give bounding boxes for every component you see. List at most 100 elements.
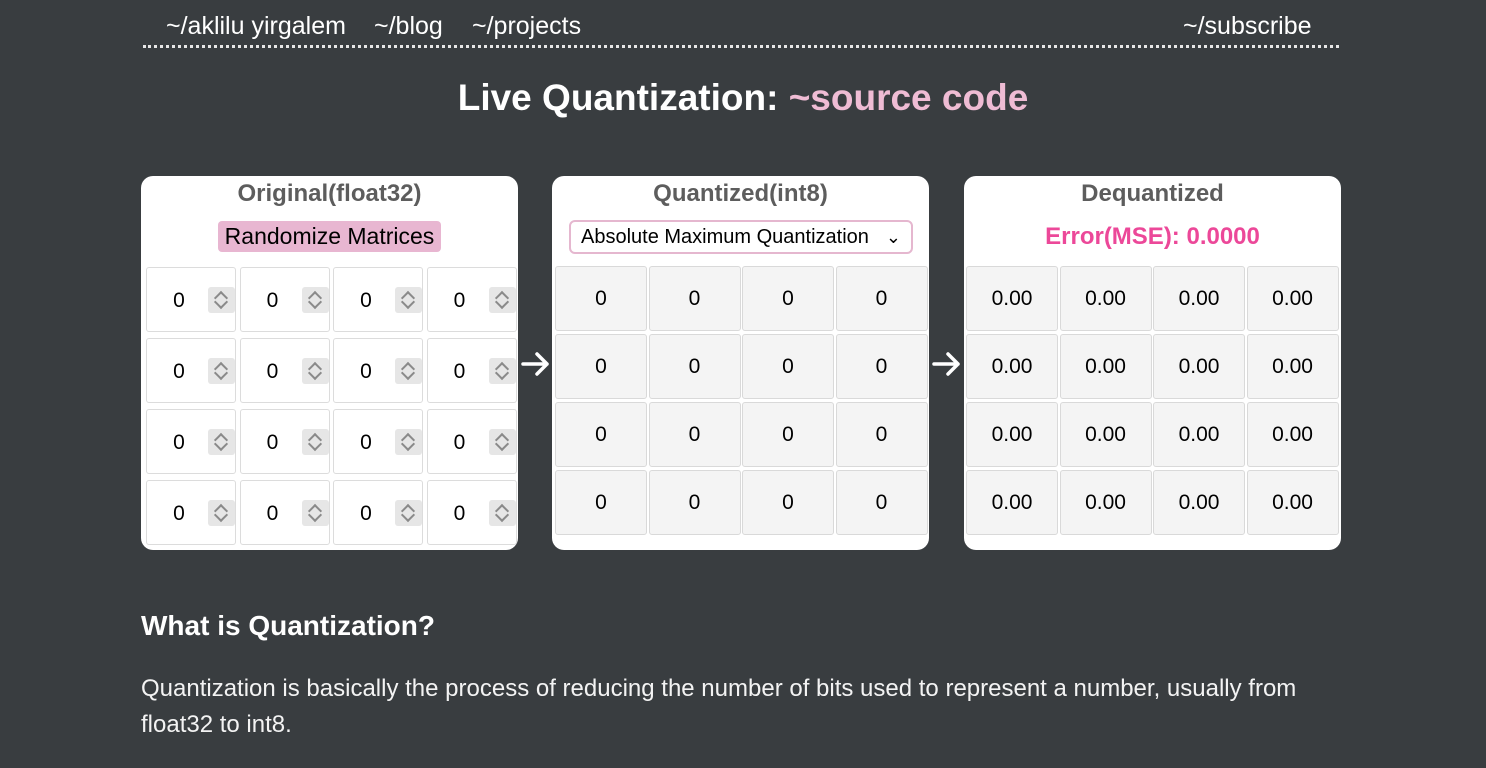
matrix-output-cell: 0.00 xyxy=(1153,266,1245,331)
cell-value: 0 xyxy=(173,431,185,454)
stepper-icon[interactable] xyxy=(395,358,422,384)
matrix-output-cell: 0.00 xyxy=(1059,402,1152,467)
matrix-output-cell: 0.00 xyxy=(1153,470,1245,535)
stepper-icon[interactable] xyxy=(488,287,516,313)
nav-home-link[interactable]: ~/aklilu yirgalem xyxy=(166,11,346,41)
matrix-output-cell: 0.00 xyxy=(1246,470,1339,535)
cell-value: 0 xyxy=(173,502,185,525)
cell-value: 0 xyxy=(266,289,279,312)
chevron-down-icon: ⌄ xyxy=(885,227,901,247)
cell-value: 0 xyxy=(453,502,466,525)
matrix-output-cell: 0.00 xyxy=(966,334,1058,399)
nav-blog-link[interactable]: ~/blog xyxy=(374,11,443,41)
matrix-input-cell[interactable]: 0 xyxy=(146,338,236,403)
matrix-input-cell[interactable]: 0 xyxy=(333,480,423,545)
cell-value: 0 xyxy=(360,431,372,454)
matrix-input-cell[interactable]: 0 xyxy=(239,338,330,403)
section-paragraph: Quantization is basically the process of… xyxy=(141,675,1297,738)
cell-value: 0 xyxy=(453,431,466,454)
quantization-method-select[interactable]: Absolute Maximum Quantization ⌄ xyxy=(569,220,913,254)
cell-value: 0 xyxy=(266,360,279,383)
nav-projects-link[interactable]: ~/projects xyxy=(472,11,581,41)
top-nav: ~/aklilu yirgalem ~/blog ~/projects ~/su… xyxy=(143,0,1339,48)
cell-value: 0 xyxy=(453,289,466,312)
stepper-icon[interactable] xyxy=(395,500,422,526)
stepper-icon[interactable] xyxy=(395,287,422,313)
matrix-output-cell: 0 xyxy=(648,334,741,399)
matrix-output-cell: 0.00 xyxy=(1246,334,1339,399)
matrix-input-cell[interactable]: 0 xyxy=(239,267,330,332)
cell-value: 0 xyxy=(266,502,279,525)
matrix-output-cell: 0.00 xyxy=(1059,334,1152,399)
matrix-output-cell: 0.00 xyxy=(1153,334,1245,399)
matrix-output-cell: 0 xyxy=(555,334,647,399)
stepper-icon[interactable] xyxy=(488,429,516,455)
stepper-icon[interactable] xyxy=(301,287,329,313)
original-heading: Original(float32) xyxy=(237,180,422,207)
matrix-input-cell[interactable]: 0 xyxy=(146,267,236,332)
source-code-link[interactable]: ~source code xyxy=(789,77,1029,118)
cell-value: 0 xyxy=(360,502,372,525)
cell-value: 0 xyxy=(173,289,185,312)
matrix-input-cell[interactable]: 0 xyxy=(239,480,330,545)
nav-subscribe-link[interactable]: ~/subscribe xyxy=(1183,11,1312,41)
matrix-input-cell[interactable]: 0 xyxy=(146,409,236,474)
matrix-output-cell: 0 xyxy=(648,402,741,467)
arrow-right-icon xyxy=(521,352,549,376)
matrix-input-cell[interactable]: 0 xyxy=(146,480,236,545)
page-title-text: Live Quantization: xyxy=(457,77,789,118)
stepper-icon[interactable] xyxy=(395,429,422,455)
matrix-input-cell[interactable]: 0 xyxy=(333,338,423,403)
matrix-input-cell[interactable]: 0 xyxy=(333,409,423,474)
dequantized-heading: Dequantized xyxy=(1081,180,1224,207)
cell-value: 0 xyxy=(173,360,185,383)
matrix-input-cell[interactable]: 0 xyxy=(426,480,517,545)
stepper-icon[interactable] xyxy=(208,358,235,384)
stepper-icon[interactable] xyxy=(208,429,235,455)
matrix-output-cell: 0 xyxy=(742,402,834,467)
matrix-input-cell[interactable]: 0 xyxy=(426,338,517,403)
cell-value: 0 xyxy=(266,431,279,454)
matrix-output-cell: 0.00 xyxy=(1246,402,1339,467)
stepper-icon[interactable] xyxy=(488,358,516,384)
matrix-output-cell: 0.00 xyxy=(966,402,1058,467)
cell-value: 0 xyxy=(453,360,466,383)
stepper-icon[interactable] xyxy=(301,358,329,384)
matrix-output-cell: 0 xyxy=(648,266,741,331)
arrow-right-icon xyxy=(932,352,960,376)
stepper-icon[interactable] xyxy=(301,500,329,526)
matrix-output-cell: 0 xyxy=(555,266,647,331)
matrix-output-cell: 0 xyxy=(835,470,928,535)
matrix-output-cell: 0.00 xyxy=(1059,266,1152,331)
stepper-icon[interactable] xyxy=(208,500,235,526)
matrix-input-cell[interactable]: 0 xyxy=(239,409,330,474)
quantized-heading: Quantized(int8) xyxy=(653,180,828,207)
matrix-input-cell[interactable]: 0 xyxy=(426,409,517,474)
section-heading: What is Quantization? xyxy=(141,610,435,641)
matrix-output-cell: 0 xyxy=(835,402,928,467)
matrix-output-cell: 0 xyxy=(742,470,834,535)
matrix-output-cell: 0.00 xyxy=(966,266,1058,331)
page-title: Live Quantization: ~source code xyxy=(0,75,1486,121)
stepper-icon[interactable] xyxy=(488,500,516,526)
stepper-icon[interactable] xyxy=(301,429,329,455)
matrix-output-cell: 0.00 xyxy=(1153,402,1245,467)
matrix-output-cell: 0 xyxy=(742,334,834,399)
matrix-output-cell: 0.00 xyxy=(1059,470,1152,535)
matrix-input-cell[interactable]: 0 xyxy=(426,267,517,332)
matrix-output-cell: 0 xyxy=(555,402,647,467)
matrix-output-cell: 0 xyxy=(835,334,928,399)
randomize-matrices-button[interactable]: Randomize Matrices xyxy=(218,221,441,252)
matrix-output-cell: 0 xyxy=(648,470,741,535)
matrix-output-cell: 0 xyxy=(835,266,928,331)
stepper-icon[interactable] xyxy=(208,287,235,313)
cell-value: 0 xyxy=(360,289,372,312)
matrix-output-cell: 0 xyxy=(555,470,647,535)
quantization-method-value: Absolute Maximum Quantization xyxy=(581,226,869,248)
matrix-output-cell: 0.00 xyxy=(966,470,1058,535)
cell-value: 0 xyxy=(360,360,372,383)
matrix-output-cell: 0.00 xyxy=(1246,266,1339,331)
matrix-output-cell: 0 xyxy=(742,266,834,331)
mse-error-label: Error(MSE): 0.0000 xyxy=(1045,223,1260,250)
matrix-input-cell[interactable]: 0 xyxy=(333,267,423,332)
